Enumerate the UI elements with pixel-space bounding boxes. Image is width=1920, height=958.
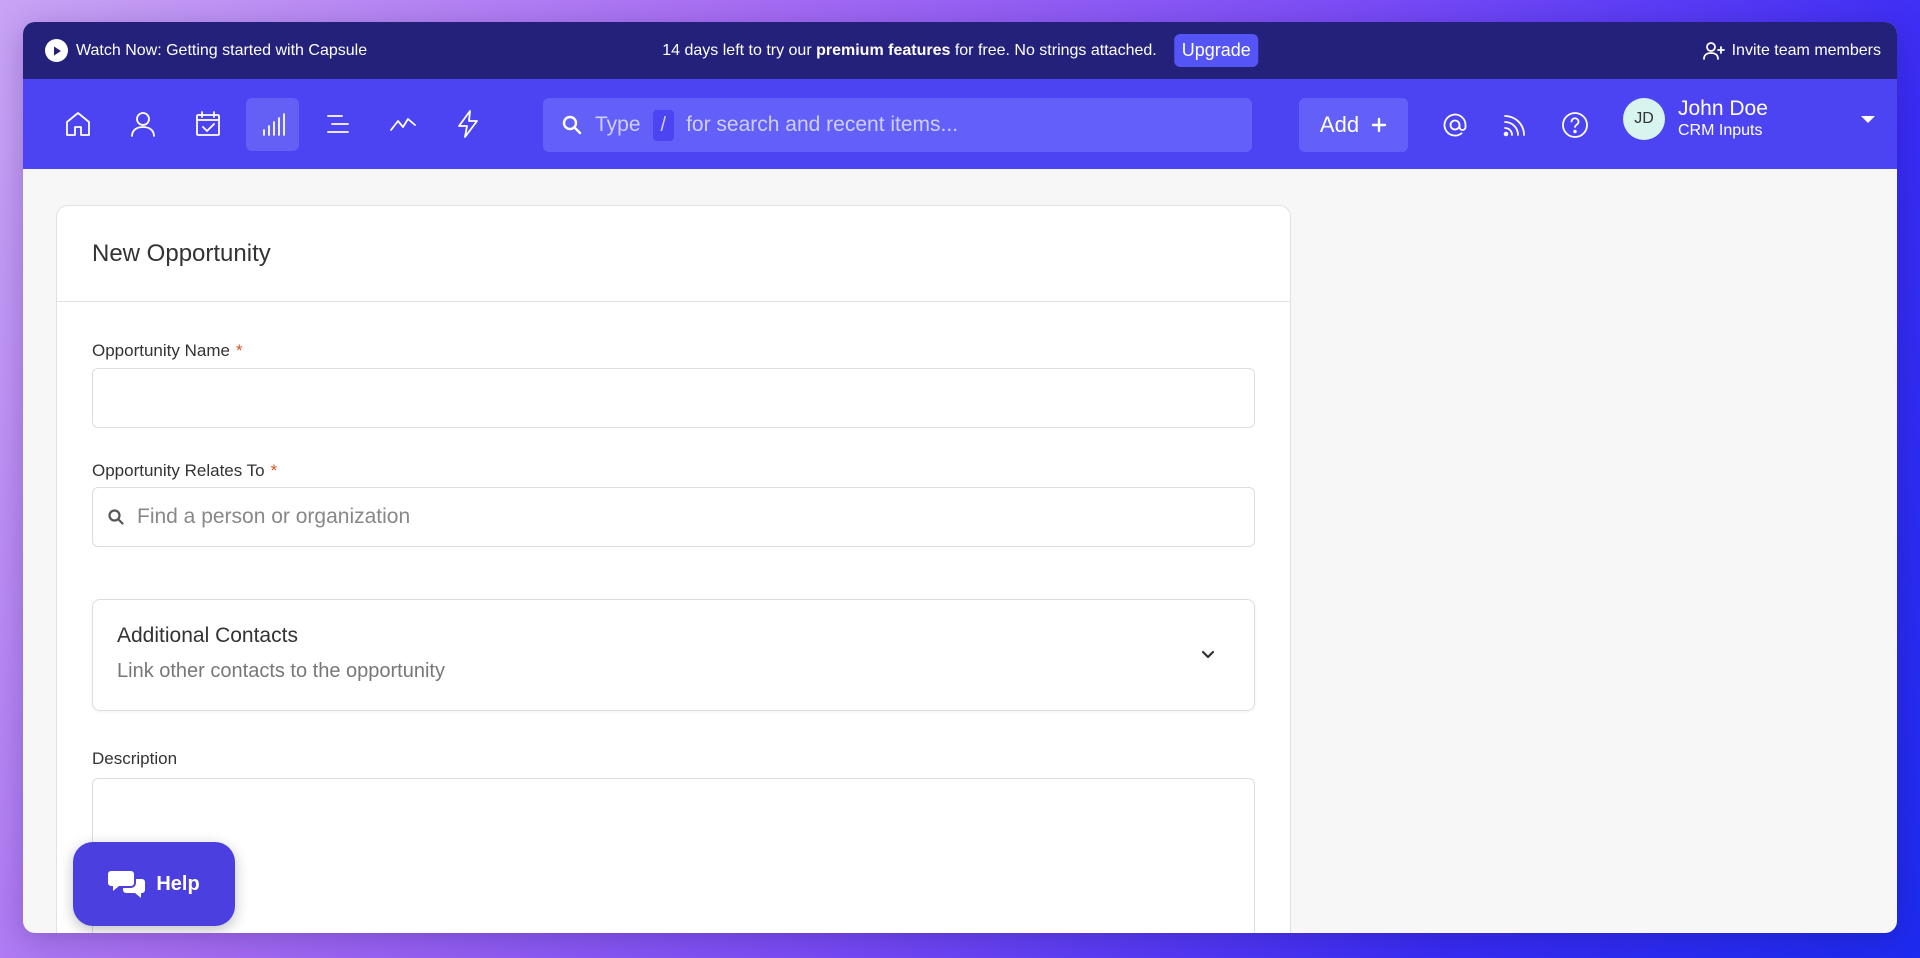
- nav-icon-group: [51, 97, 494, 151]
- nav-workflows[interactable]: [441, 98, 494, 151]
- caret-down-icon[interactable]: [1861, 116, 1875, 123]
- nav-list[interactable]: [311, 98, 364, 151]
- trial-suffix: for free. No strings attached.: [954, 41, 1157, 59]
- trial-bold: premium features: [816, 41, 951, 59]
- watch-now-link[interactable]: Watch Now: Getting started with Capsule: [45, 39, 367, 62]
- person-icon: [130, 112, 155, 137]
- user-subtitle: CRM Inputs: [1678, 122, 1763, 139]
- search-icon: [562, 115, 582, 135]
- watch-now-label: Watch Now: Getting started with Capsule: [76, 41, 368, 59]
- mentions-button[interactable]: [1433, 98, 1477, 152]
- promo-bar: Watch Now: Getting started with Capsule …: [23, 22, 1897, 79]
- avatar: JD: [1623, 98, 1665, 140]
- relates-to-placeholder: Find a person or organization: [137, 505, 411, 528]
- trial-text: 14 days left to try our premium features…: [662, 42, 1156, 60]
- app-window: Watch Now: Getting started with Capsule …: [23, 22, 1897, 933]
- help-center-button[interactable]: [1553, 98, 1597, 152]
- help-chat-button[interactable]: Help: [73, 842, 235, 926]
- search-prefix: Type: [595, 113, 641, 136]
- play-icon: [45, 39, 68, 62]
- required-mark: *: [235, 341, 243, 360]
- trial-prefix: 14 days left to try our: [662, 41, 812, 59]
- nav-reports[interactable]: [376, 98, 429, 151]
- feed-button[interactable]: [1493, 98, 1537, 152]
- nav-home[interactable]: [51, 98, 104, 151]
- nav-people[interactable]: [116, 98, 169, 151]
- description-label: Description: [92, 749, 178, 768]
- opportunity-name-label: Opportunity Name *: [92, 341, 243, 361]
- search-shortcut-key: /: [652, 109, 675, 141]
- nav-utility-icons: [1433, 98, 1597, 152]
- add-button[interactable]: Add: [1299, 98, 1408, 152]
- new-opportunity-card: New Opportunity Opportunity Name * Opport…: [56, 205, 1291, 933]
- user-name: John Doe: [1678, 97, 1768, 120]
- bar-chart-icon: [262, 113, 285, 136]
- at-icon: [1443, 113, 1467, 137]
- list-icon: [326, 115, 349, 133]
- feed-icon: [1503, 115, 1525, 137]
- additional-contacts-panel[interactable]: Additional Contacts Link other contacts …: [92, 599, 1255, 711]
- nav-pipeline[interactable]: [246, 97, 299, 151]
- main-nav: Type / for search and recent items... Ad…: [23, 79, 1897, 169]
- home-icon: [65, 112, 90, 136]
- chat-bubbles-icon: [108, 871, 146, 898]
- relates-to-search-input[interactable]: Find a person or organization: [92, 487, 1255, 547]
- trial-notice: 14 days left to try our premium features…: [662, 34, 1258, 67]
- invite-team-link[interactable]: Invite team members: [1702, 39, 1881, 63]
- add-label: Add: [1319, 112, 1360, 137]
- page-title: New Opportunity: [57, 206, 1290, 302]
- global-search[interactable]: Type / for search and recent items...: [543, 98, 1252, 152]
- user-menu[interactable]: JD John Doe CRM Inputs: [1623, 97, 1768, 141]
- search-suffix: for search and recent items...: [686, 113, 959, 136]
- trend-line-icon: [389, 118, 416, 131]
- plus-icon: [1371, 117, 1387, 133]
- resize-grip-icon[interactable]: [1242, 931, 1252, 933]
- additional-contacts-title: Additional Contacts: [117, 624, 298, 647]
- opportunity-relates-label: Opportunity Relates To *: [92, 461, 277, 481]
- additional-contacts-subtitle: Link other contacts to the opportunity: [117, 660, 445, 682]
- chevron-down-icon: [1201, 650, 1215, 659]
- user-info: John Doe CRM Inputs: [1678, 97, 1768, 141]
- add-user-icon: [1702, 41, 1725, 60]
- nav-calendar[interactable]: [181, 98, 234, 151]
- help-label: Help: [156, 872, 200, 895]
- search-icon: [108, 509, 124, 525]
- lightning-icon: [457, 110, 478, 138]
- calendar-check-icon: [195, 111, 220, 136]
- opportunity-relates-label-text: Opportunity Relates To: [92, 461, 265, 480]
- opportunity-name-label-text: Opportunity Name: [92, 341, 230, 360]
- help-circle-icon: [1562, 112, 1588, 138]
- required-mark: *: [270, 461, 278, 480]
- opportunity-name-input[interactable]: [92, 368, 1255, 428]
- upgrade-button[interactable]: Upgrade: [1174, 34, 1258, 67]
- invite-label: Invite team members: [1731, 41, 1881, 59]
- description-textarea[interactable]: [92, 778, 1255, 933]
